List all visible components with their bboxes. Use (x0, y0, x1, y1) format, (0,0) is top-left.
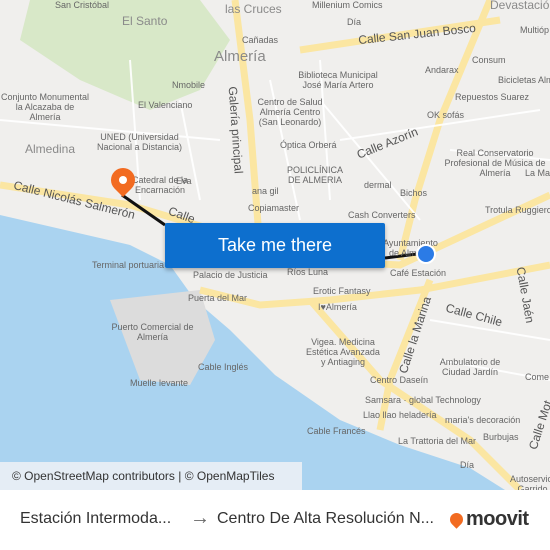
map-label: Cash Converters (348, 210, 416, 220)
map-label: Almedina (25, 142, 76, 156)
moovit-pin-icon (447, 510, 466, 529)
map-label: Eva (176, 176, 192, 186)
map-label: Día (460, 460, 475, 470)
arrow-right-icon: → (190, 507, 210, 529)
map-label: Café Estación (390, 268, 447, 278)
map-label: Almería (214, 48, 266, 65)
map-label: Centro de Salud Almería Centro (San Leon… (257, 97, 323, 127)
map-attribution[interactable]: © OpenStreetMap contributors | © OpenMap… (0, 462, 302, 490)
map-label: Puerta del Mar (188, 293, 248, 303)
map-label: El Valenciano (138, 100, 193, 110)
map-label: maria's decoración (445, 415, 521, 425)
map-label: Cañadas (242, 35, 279, 45)
map-label: La Trattoria del Mar (398, 436, 477, 446)
map-label: Puerto Comercial de Almería (111, 322, 194, 342)
map-label: Devastación (490, 0, 550, 12)
map-label: Bichos (400, 188, 428, 198)
map-label: San Cristóbal (55, 0, 110, 10)
map-label: Consum (472, 55, 506, 65)
map-label: Bicicletas Alm (498, 75, 550, 85)
map-label: ana gil (252, 186, 279, 196)
map-label: Vigea. Medicina Estética Avanzada y Anti… (306, 337, 380, 367)
map-label: El Santo (122, 14, 168, 28)
map-label: Repuestos Suarez (455, 92, 530, 102)
map-label: Llao llao heladería (363, 410, 437, 420)
map-label: UNED (Universidad Nacional a Distancia) (96, 132, 183, 152)
map-label: Ambulatorio de Ciudad Jardín (439, 357, 501, 377)
map-label: Cable Francés (307, 426, 366, 436)
map-label: La Ma (525, 168, 550, 178)
map-label: I♥Almería (318, 302, 357, 312)
map-label: Nmobile (172, 80, 206, 90)
map-label: Copiamaster (248, 203, 300, 213)
map-label: Conjunto Monumental la Alcazaba de Almer… (0, 92, 90, 122)
map-label: Óptica Orberá (280, 140, 337, 150)
map-label: Trotula Ruggiero (485, 205, 550, 215)
map-label: las Cruces (225, 2, 282, 16)
map-label: dermal (364, 180, 392, 190)
take-me-there-button[interactable]: Take me there (165, 223, 385, 268)
map-label: Día (347, 17, 362, 27)
destination-name: Centro De Alta Resolución N... (217, 510, 434, 527)
map-label: Cable Inglés (198, 362, 249, 372)
map-label: Muelle levante (130, 378, 189, 388)
map-label: Ríos Luna (287, 267, 329, 277)
map-label: Burbujas (483, 432, 519, 442)
map-label: Autoservicio Garrido (510, 474, 550, 490)
map-label: Multióp (520, 25, 550, 35)
map[interactable]: San Cristóbal El Santo las Cruces Millen… (0, 0, 550, 490)
origin-location-icon[interactable] (416, 244, 436, 264)
map-label: Erotic Fantasy (313, 286, 371, 296)
map-label: POLICLÍNICA DE ALMERIA (286, 165, 344, 185)
route-footer: Estación Intermoda... → Centro De Alta R… (0, 490, 550, 550)
map-label: Samsara · global Technology (365, 395, 481, 405)
map-label: Come (525, 372, 550, 382)
map-label: Andarax (425, 65, 459, 75)
map-label: Millenium Comics (312, 0, 383, 10)
map-label: Palacio de Justicia (193, 270, 268, 280)
origin-name: Estación Intermoda... (20, 510, 172, 527)
map-label: Terminal portuaria (92, 260, 165, 270)
moovit-wordmark: moovit (466, 508, 529, 530)
map-label: OK sofás (427, 110, 465, 120)
map-label: Biblioteca Municipal José María Artero (298, 70, 378, 90)
moovit-logo[interactable]: moovit (447, 508, 529, 531)
map-label: Centro Daseín (370, 375, 429, 385)
